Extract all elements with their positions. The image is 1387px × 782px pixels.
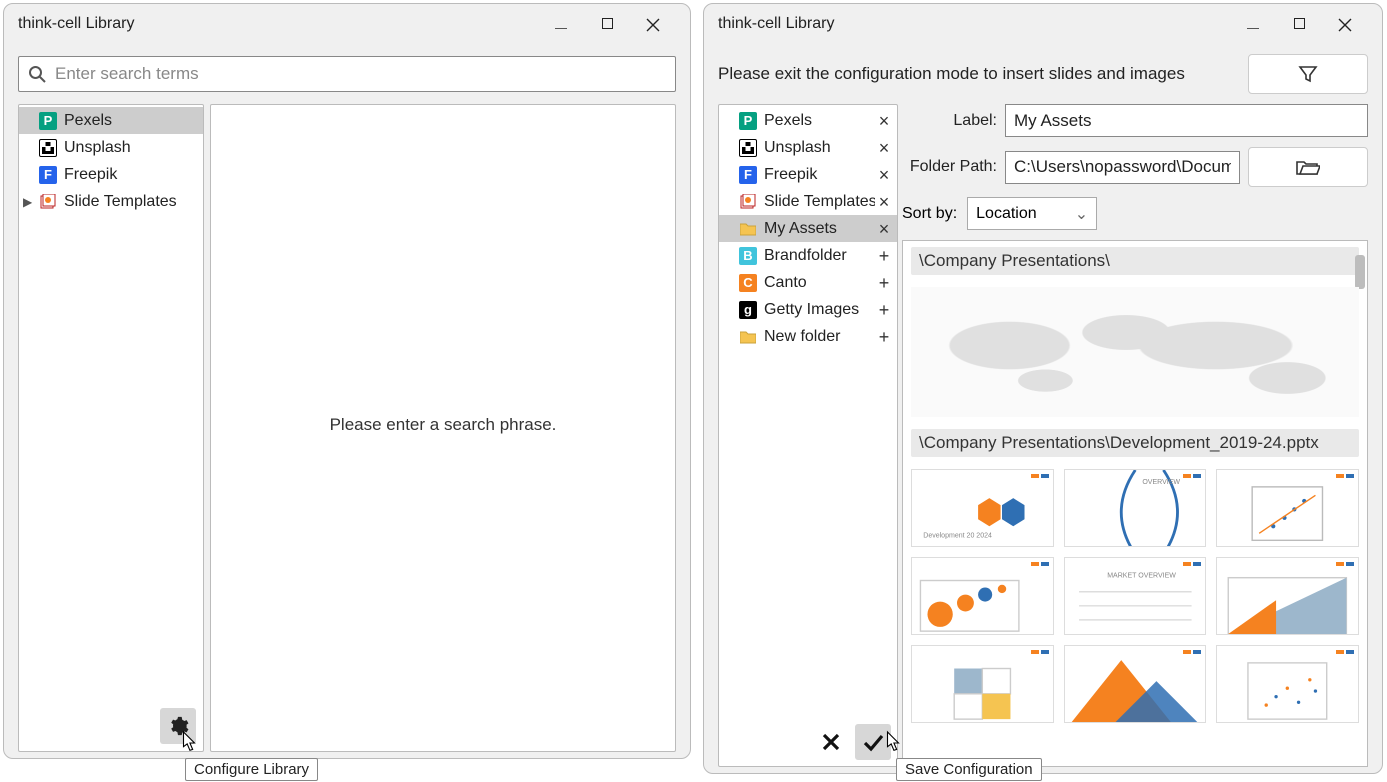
source-tree: P Pexels Unsplash F Freepik ▶ <box>18 104 204 752</box>
save-tooltip: Save Configuration <box>896 758 1042 781</box>
slide-thumbnail[interactable] <box>1216 469 1359 547</box>
remove-icon[interactable]: × <box>875 166 893 184</box>
unsplash-icon <box>39 139 57 157</box>
pexels-icon: P <box>739 112 757 130</box>
search-input[interactable] <box>47 64 667 84</box>
src-brandfolder[interactable]: B Brandfolder + <box>719 242 897 269</box>
label-field-label: Label: <box>902 112 997 130</box>
empty-search-message: Please enter a search phrase. <box>211 105 675 745</box>
add-icon[interactable]: + <box>875 247 893 265</box>
unsplash-icon <box>739 139 757 157</box>
search-field[interactable] <box>18 56 676 92</box>
add-icon[interactable]: + <box>875 328 893 346</box>
slide-thumbnail[interactable] <box>911 557 1054 635</box>
freepik-icon: F <box>39 166 57 184</box>
config-info-message: Please exit the configuration mode to in… <box>718 64 1236 84</box>
cursor-icon <box>882 730 904 756</box>
slide-thumbnail[interactable]: MARKET OVERVIEW <box>1064 557 1207 635</box>
filter-icon <box>1298 64 1318 84</box>
thumbnail-grid: Development 20 2024 OVERVIEW MARKET OVER… <box>911 469 1359 723</box>
window-minimize-button[interactable] <box>1230 16 1276 32</box>
slide-thumbnail[interactable] <box>911 645 1054 723</box>
remove-icon[interactable]: × <box>875 112 893 130</box>
chevron-down-icon: ⌄ <box>1075 204 1088 224</box>
group-header: \Company Presentations\ <box>911 247 1359 275</box>
config-content: Label: Folder Path: Sort by: Location ⌄ <box>902 104 1368 767</box>
tree-item-freepik[interactable]: F Freepik <box>19 161 203 188</box>
cursor-icon <box>178 730 200 756</box>
window-title: think-cell Library <box>718 15 1230 33</box>
remove-icon[interactable]: × <box>875 220 893 238</box>
svg-text:OVERVIEW: OVERVIEW <box>1142 479 1180 486</box>
sort-by-select[interactable]: Location ⌄ <box>967 197 1097 230</box>
canto-icon: C <box>739 274 757 292</box>
pexels-icon: P <box>39 112 57 130</box>
folder-icon <box>739 220 757 238</box>
src-slide-templates[interactable]: Slide Templates × <box>719 188 897 215</box>
slide-thumbnail[interactable] <box>1216 557 1359 635</box>
titlebar[interactable]: think-cell Library <box>704 4 1382 44</box>
add-icon[interactable]: + <box>875 301 893 319</box>
library-window-default: think-cell Library P Pexels Unsplash <box>3 3 691 759</box>
folder-path-input[interactable] <box>1005 151 1240 184</box>
slide-thumbnail[interactable]: Development 20 2024 <box>911 469 1054 547</box>
folder-icon <box>739 328 757 346</box>
close-icon <box>820 731 842 753</box>
check-icon <box>862 731 884 753</box>
src-new-folder[interactable]: New folder + <box>719 323 897 350</box>
sources-list: P Pexels × Unsplash × F Freepik × <box>718 104 898 767</box>
thumbnail-world-map[interactable] <box>911 287 1359 417</box>
add-icon[interactable]: + <box>875 274 893 292</box>
freepik-icon: F <box>739 166 757 184</box>
chevron-right-icon: ▶ <box>23 195 32 209</box>
content-pane: Please enter a search phrase. <box>210 104 676 752</box>
slide-template-icon <box>739 193 757 211</box>
window-close-button[interactable] <box>1322 14 1368 35</box>
group-header: \Company Presentations\Development_2019-… <box>911 429 1359 457</box>
library-window-config: think-cell Library Please exit the confi… <box>703 3 1383 774</box>
sort-by-label: Sort by: <box>902 205 957 223</box>
src-canto[interactable]: C Canto + <box>719 269 897 296</box>
scrollbar-thumb[interactable] <box>1355 255 1365 289</box>
getty-icon: g <box>739 301 757 319</box>
window-maximize-button[interactable] <box>1276 16 1322 32</box>
slide-template-icon <box>39 193 57 211</box>
src-getty[interactable]: g Getty Images + <box>719 296 897 323</box>
src-freepik[interactable]: F Freepik × <box>719 161 897 188</box>
slide-thumbnail[interactable] <box>1064 645 1207 723</box>
src-unsplash[interactable]: Unsplash × <box>719 134 897 161</box>
tree-item-pexels[interactable]: P Pexels <box>19 107 203 134</box>
open-folder-icon <box>1296 158 1320 176</box>
results-pane[interactable]: \Company Presentations\ \Company Present… <box>902 240 1368 767</box>
browse-button[interactable] <box>1248 147 1368 187</box>
svg-text:MARKET OVERVIEW: MARKET OVERVIEW <box>1107 573 1176 580</box>
tree-item-slide-templates[interactable]: ▶ Slide Templates <box>19 188 203 215</box>
window-close-button[interactable] <box>630 14 676 35</box>
search-icon <box>27 64 47 84</box>
slide-thumbnail[interactable]: OVERVIEW <box>1064 469 1207 547</box>
src-my-assets[interactable]: My Assets × <box>719 215 897 242</box>
configure-tooltip: Configure Library <box>185 758 318 781</box>
tree-item-unsplash[interactable]: Unsplash <box>19 134 203 161</box>
folder-path-label: Folder Path: <box>902 158 997 176</box>
slide-thumbnail[interactable] <box>1216 645 1359 723</box>
window-title: think-cell Library <box>18 15 538 33</box>
brandfolder-icon: B <box>739 247 757 265</box>
window-maximize-button[interactable] <box>584 16 630 32</box>
label-input[interactable] <box>1005 104 1368 137</box>
filter-button[interactable] <box>1248 54 1368 94</box>
titlebar[interactable]: think-cell Library <box>4 4 690 44</box>
window-minimize-button[interactable] <box>538 16 584 32</box>
svg-text:Development 20 2024: Development 20 2024 <box>923 533 992 540</box>
remove-icon[interactable]: × <box>875 193 893 211</box>
remove-icon[interactable]: × <box>875 139 893 157</box>
cancel-config-button[interactable] <box>813 724 849 760</box>
src-pexels[interactable]: P Pexels × <box>719 107 897 134</box>
